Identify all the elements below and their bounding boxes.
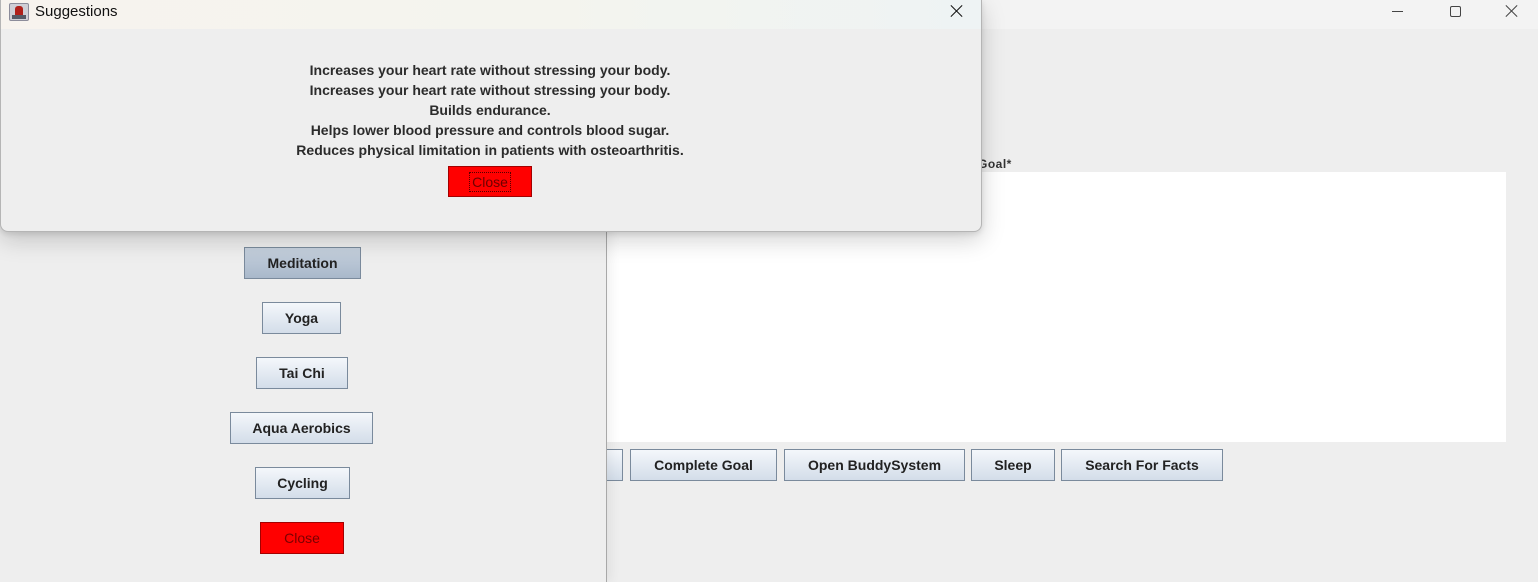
goal-label: Goal* [978, 157, 1012, 171]
suggestions-dialog: Suggestions Increases your heart rate wi… [0, 0, 982, 232]
complete-goal-button[interactable]: Complete Goal [630, 449, 777, 481]
close-icon [950, 4, 964, 18]
dialog-close-label: Close [469, 171, 511, 192]
app-icon [9, 3, 29, 21]
search-for-facts-button[interactable]: Search For Facts [1061, 449, 1223, 481]
suggestion-line: Builds endurance. [429, 102, 551, 118]
open-buddysystem-button[interactable]: Open BuddySystem [784, 449, 965, 481]
suggestion-line: Increases your heart rate without stress… [309, 62, 671, 78]
minimize-icon [1391, 10, 1403, 12]
suggestion-line: Reduces physical limitation in patients … [296, 142, 684, 158]
meditation-button[interactable]: Meditation [244, 247, 361, 279]
dialog-close-x-button[interactable] [933, 0, 981, 22]
suggestion-line: Increases your heart rate without stress… [309, 82, 671, 98]
minimize-button[interactable] [1368, 0, 1426, 22]
panel-close-button[interactable]: Close [260, 522, 344, 554]
sleep-button[interactable]: Sleep [971, 449, 1055, 481]
cycling-button[interactable]: Cycling [255, 467, 350, 499]
window-close-button[interactable] [1483, 0, 1538, 22]
dialog-close-button[interactable]: Close [448, 166, 532, 197]
dialog-titlebar: Suggestions [1, 0, 981, 29]
aqua-aerobics-button[interactable]: Aqua Aerobics [230, 412, 373, 444]
close-icon [1505, 4, 1519, 18]
maximize-button[interactable] [1426, 0, 1484, 22]
suggestion-line: Helps lower blood pressure and controls … [310, 122, 670, 138]
tai-chi-button[interactable]: Tai Chi [256, 357, 348, 389]
dialog-title: Suggestions [35, 3, 118, 20]
maximize-icon [1449, 5, 1461, 17]
yoga-button[interactable]: Yoga [262, 302, 341, 334]
suggestion-message: Increases your heart rate without stress… [1, 60, 979, 160]
